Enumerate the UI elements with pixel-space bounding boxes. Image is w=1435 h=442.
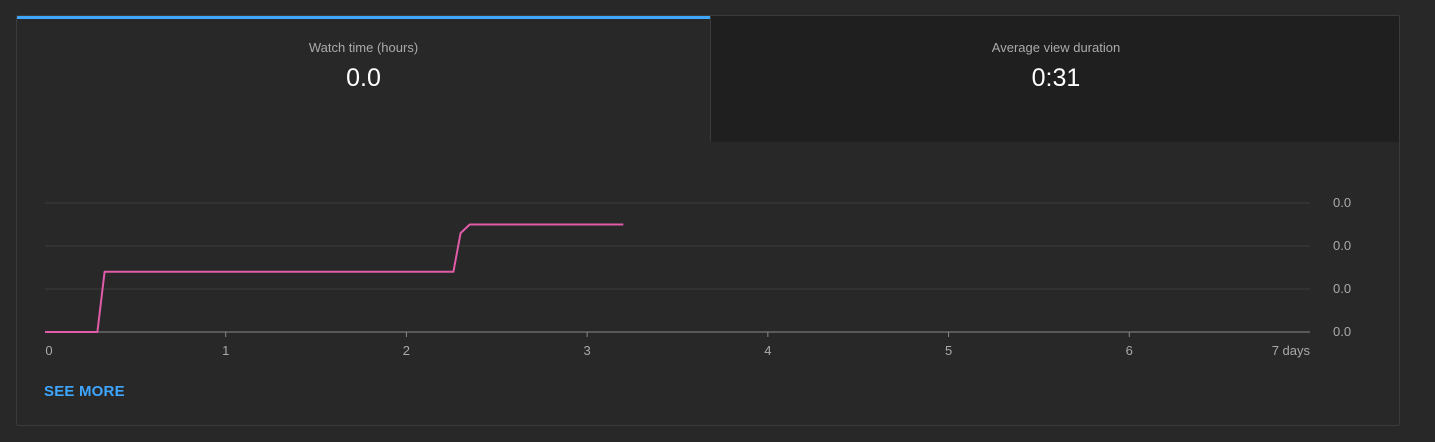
y-tick-label: 0.0: [1333, 195, 1351, 210]
x-tick-label: 5: [945, 343, 952, 358]
x-tick-label: 1: [222, 343, 229, 358]
x-tick-label: 4: [764, 343, 771, 358]
x-tick-label: 2: [403, 343, 410, 358]
watch-time-card: Watch time (hours) 0.0 Average view dura…: [16, 15, 1400, 426]
y-tick-label: 0.0: [1333, 324, 1351, 339]
watch-time-chart: 0.0 0.0 0.0 0.0 0 1 2 3 4 5 6 7 days: [45, 195, 1351, 358]
x-tick-label: 7 days: [1272, 343, 1311, 358]
y-tick-label: 0.0: [1333, 238, 1351, 253]
series-line: [45, 223, 624, 333]
see-more-link[interactable]: SEE MORE: [44, 383, 125, 400]
x-tick-label: 3: [584, 343, 591, 358]
x-tick-label: 0: [45, 343, 52, 358]
x-tick-label: 6: [1126, 343, 1133, 358]
y-tick-label: 0.0: [1333, 281, 1351, 296]
